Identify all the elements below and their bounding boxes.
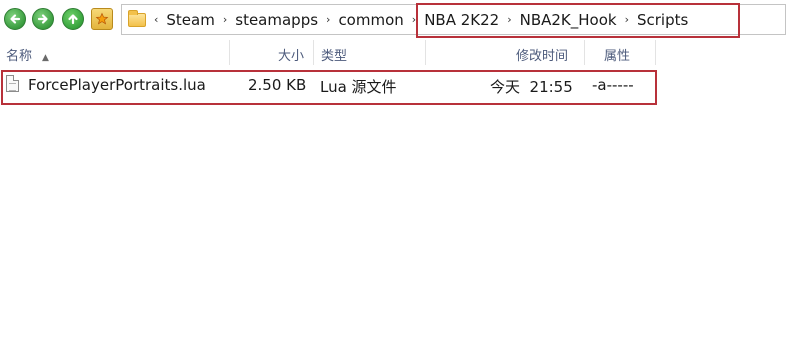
favorites-button[interactable] <box>91 8 113 30</box>
column-header-size[interactable]: 大小 <box>278 45 304 64</box>
back-arrow-icon <box>10 14 21 24</box>
breadcrumb-item-nba2k-hook[interactable]: NBA2K_Hook <box>520 11 617 29</box>
column-header-type[interactable]: 类型 <box>321 45 347 64</box>
breadcrumb-item-scripts[interactable]: Scripts <box>637 11 688 29</box>
column-header-name[interactable]: 名称 ▲ <box>6 45 49 64</box>
breadcrumb-expand-icon[interactable]: ‹ <box>154 13 158 26</box>
breadcrumb-chevron-icon[interactable]: › <box>223 13 227 26</box>
column-header-attributes[interactable]: 属性 <box>604 45 630 64</box>
file-row[interactable]: ForcePlayerPortraits.lua 2.50 KB Lua 源文件… <box>0 71 660 101</box>
breadcrumb-item-common[interactable]: common <box>338 11 403 29</box>
breadcrumb-item-nba2k22[interactable]: NBA 2K22 <box>424 11 499 29</box>
sort-ascending-icon: ▲ <box>42 53 49 63</box>
column-divider[interactable] <box>425 40 426 65</box>
address-bar[interactable]: ‹ Steam › steamapps › common › NBA 2K22 … <box>121 4 786 35</box>
breadcrumb-chevron-icon[interactable]: › <box>507 13 511 26</box>
column-header-name-label: 名称 <box>6 49 33 64</box>
lua-file-icon <box>6 75 19 92</box>
column-divider[interactable] <box>655 40 656 65</box>
column-divider[interactable] <box>313 40 314 65</box>
breadcrumb-chevron-icon[interactable]: › <box>625 13 629 26</box>
back-button[interactable] <box>4 8 26 30</box>
column-divider[interactable] <box>229 40 230 65</box>
file-attributes: -a----- <box>592 76 634 94</box>
breadcrumb-item-steamapps[interactable]: steamapps <box>235 11 318 29</box>
forward-arrow-icon <box>37 14 48 24</box>
file-name: ForcePlayerPortraits.lua <box>28 76 206 94</box>
up-arrow-icon <box>68 14 78 25</box>
breadcrumb-item-steam[interactable]: Steam <box>166 11 214 29</box>
breadcrumb-chevron-icon[interactable]: › <box>412 13 416 26</box>
column-divider[interactable] <box>584 40 585 65</box>
forward-button[interactable] <box>32 8 54 30</box>
breadcrumb-chevron-icon[interactable]: › <box>326 13 330 26</box>
up-button[interactable] <box>62 8 84 30</box>
file-size: 2.50 KB <box>248 76 307 94</box>
column-header-modified[interactable]: 修改时间 <box>516 45 568 64</box>
folder-icon <box>128 9 146 27</box>
file-modified: 今天 21:55 <box>490 78 573 96</box>
star-folder-icon <box>95 12 109 25</box>
column-header-row: 名称 ▲ 大小 类型 修改时间 属性 <box>0 40 660 65</box>
file-type: Lua 源文件 <box>320 78 397 96</box>
